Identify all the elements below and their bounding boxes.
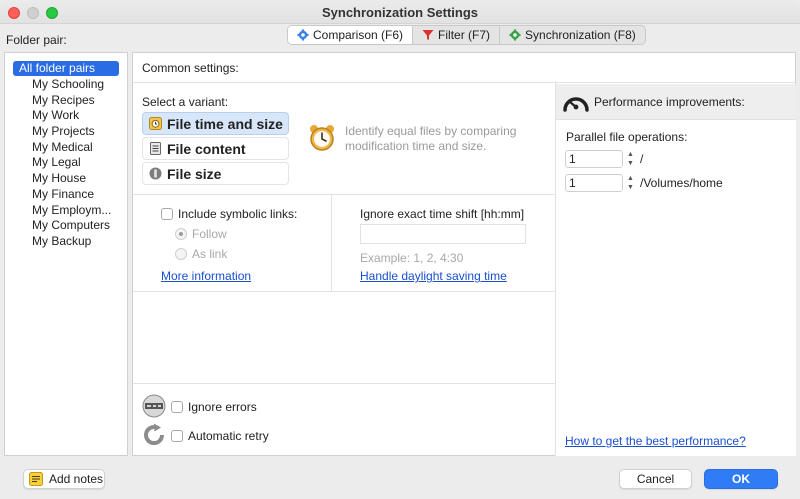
ignore-errors-label: Ignore errors	[188, 400, 257, 414]
parallel-ops-path: /	[640, 152, 644, 166]
folder-pair-item[interactable]: My Recipes	[5, 93, 127, 109]
folder-pair-item[interactable]: My Employm...	[5, 203, 127, 219]
ok-label: OK	[732, 472, 750, 486]
add-notes-label: Add notes	[49, 472, 104, 486]
folder-pair-item-all[interactable]: All folder pairs	[13, 61, 119, 76]
folder-pair-list[interactable]: All folder pairs My Schooling My Recipes…	[4, 52, 128, 456]
variant-description: Identify equal files by comparing modifi…	[345, 124, 517, 153]
variant-label: File time and size	[167, 115, 283, 132]
follow-radio[interactable]	[175, 228, 187, 240]
tab-comparison-label: Comparison (F6)	[313, 28, 404, 42]
funnel-icon	[422, 30, 434, 40]
ignore-errors-checkbox[interactable]	[171, 401, 183, 413]
divider	[133, 194, 556, 195]
folder-pair-item[interactable]: My Work	[5, 108, 127, 124]
performance-title: Performance improvements:	[594, 95, 745, 109]
symlinks-follow-option[interactable]: Follow	[175, 227, 227, 241]
retry-icon	[144, 423, 165, 445]
variant-label: File size	[167, 165, 222, 182]
select-variant-label: Select a variant:	[142, 95, 229, 109]
tab-filter-label: Filter (F7)	[438, 28, 491, 42]
include-symlinks-row[interactable]: Include symbolic links:	[161, 207, 297, 221]
tab-filter[interactable]: Filter (F7)	[413, 26, 501, 44]
parallel-ops-stepper[interactable]: ▲ ▼	[625, 174, 636, 192]
variant-label: File content	[167, 140, 246, 157]
symlinks-as-link-option[interactable]: As link	[175, 247, 227, 261]
ok-button[interactable]: OK	[704, 469, 778, 489]
add-notes-button[interactable]: Add notes	[23, 469, 105, 489]
time-shift-example: Example: 1, 2, 4:30	[360, 251, 464, 265]
settings-window: Synchronization Settings Comparison (F6)…	[0, 0, 800, 499]
ignore-errors-row[interactable]: Ignore errors	[171, 400, 257, 414]
green-gear-icon	[509, 29, 521, 41]
parallel-operations-label: Parallel file operations:	[566, 130, 688, 144]
folder-pair-item[interactable]: My Finance	[5, 187, 127, 203]
include-symlinks-checkbox[interactable]	[161, 208, 173, 220]
folder-pair-item[interactable]: My Computers	[5, 218, 127, 234]
common-settings-label: Common settings:	[142, 61, 239, 75]
tab-synchronization-label: Synchronization (F8)	[525, 28, 636, 42]
alarm-clock-icon	[310, 125, 334, 151]
daylight-saving-link[interactable]: Handle daylight saving time	[360, 269, 507, 283]
cancel-label: Cancel	[636, 472, 675, 486]
cancel-button[interactable]: Cancel	[619, 469, 692, 489]
parallel-ops-stepper[interactable]: ▲ ▼	[625, 150, 636, 168]
divider	[331, 195, 332, 291]
divider	[133, 82, 797, 83]
as-link-radio[interactable]	[175, 248, 187, 260]
parallel-ops-input[interactable]: 1	[565, 174, 623, 192]
time-shift-input[interactable]	[360, 224, 526, 244]
window-title: Synchronization Settings	[321, 5, 478, 20]
more-information-link[interactable]: More information	[161, 269, 251, 283]
best-performance-link[interactable]: How to get the best performance?	[565, 434, 746, 448]
variant-file-content-button[interactable]: File content	[142, 137, 289, 160]
variant-file-size-button[interactable]: File size	[142, 162, 289, 185]
time-shift-label: Ignore exact time shift [hh:mm]	[360, 207, 525, 221]
comparison-panel: Common settings: Select a variant: File …	[132, 52, 797, 456]
speedometer-icon	[563, 97, 589, 112]
divider	[133, 291, 556, 292]
folder-pair-item[interactable]: My Backup	[5, 234, 127, 250]
automatic-retry-label: Automatic retry	[188, 429, 269, 443]
automatic-retry-row[interactable]: Automatic retry	[171, 429, 269, 443]
title-bar: Synchronization Settings	[0, 0, 800, 24]
size-icon	[149, 167, 162, 180]
automatic-retry-checkbox[interactable]	[171, 430, 183, 442]
parallel-ops-input[interactable]: 1	[565, 150, 623, 168]
settings-tabs: Comparison (F6) Filter (F7) Synchronizat…	[287, 25, 646, 45]
folder-pair-item[interactable]: My Legal	[5, 155, 127, 171]
as-link-label: As link	[192, 247, 228, 261]
folder-pair-label: Folder pair:	[6, 33, 67, 47]
tab-comparison[interactable]: Comparison (F6)	[288, 26, 414, 44]
follow-label: Follow	[192, 227, 227, 241]
include-symlinks-label: Include symbolic links:	[178, 207, 298, 221]
notes-icon	[29, 472, 43, 486]
divider	[133, 383, 556, 384]
alarm-clock-icon	[149, 117, 162, 130]
performance-panel: Performance improvements: Parallel file …	[556, 84, 796, 456]
folder-pair-item[interactable]: My Schooling	[5, 77, 127, 93]
parallel-ops-path: /Volumes/home	[640, 176, 723, 190]
gears-icon	[297, 29, 309, 41]
document-icon	[150, 142, 161, 155]
variant-file-time-size-button[interactable]: File time and size	[142, 112, 289, 135]
performance-header: Performance improvements:	[556, 84, 796, 120]
ignore-errors-icon	[142, 394, 166, 418]
folder-pair-item[interactable]: My House	[5, 171, 127, 187]
tab-synchronization[interactable]: Synchronization (F8)	[500, 26, 645, 44]
folder-pair-item[interactable]: My Medical	[5, 140, 127, 156]
folder-pair-item[interactable]: My Projects	[5, 124, 127, 140]
divider	[555, 83, 556, 456]
